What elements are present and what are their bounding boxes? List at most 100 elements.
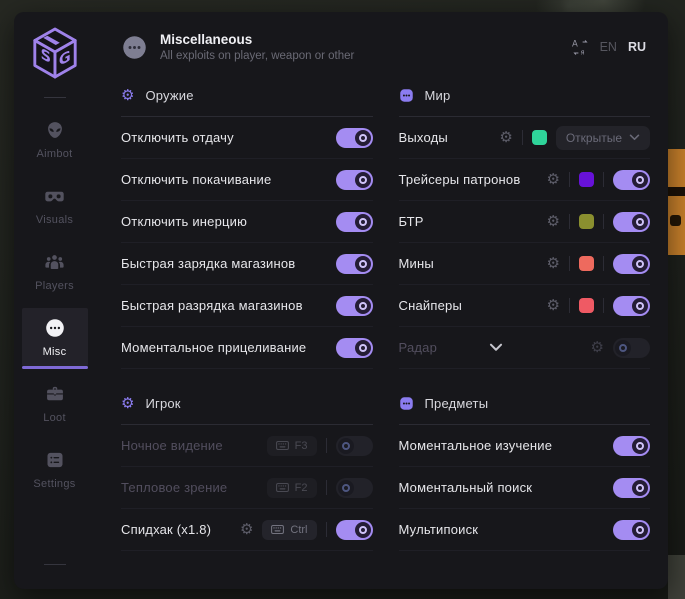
section-title: Игрок: [145, 396, 180, 411]
gear-icon[interactable]: ⚙: [547, 298, 560, 313]
toggle-knob: [355, 522, 371, 538]
sidebar-nav: Aimbot Visuals Players Misc Loot Settings: [14, 110, 95, 506]
toggle-knob: [355, 340, 371, 356]
toggle-knob: [632, 214, 648, 230]
feature-label: Радар: [399, 340, 438, 355]
feature-label: Моментальное изучение: [399, 438, 553, 453]
section-title: Мир: [425, 88, 451, 103]
hotkey-badge[interactable]: F2: [267, 478, 317, 498]
feature-row: Отключить инерцию: [121, 201, 373, 243]
color-swatch[interactable]: [579, 298, 594, 313]
toggle-switch[interactable]: [336, 212, 373, 232]
section-rows: Выходы⚙ОткрытыеТрейсеры патронов⚙БТР⚙Мин…: [399, 117, 651, 369]
toggle-knob: [632, 256, 648, 272]
gear-icon[interactable]: ⚙: [547, 214, 560, 229]
dropdown-value: Открытые: [566, 131, 622, 145]
feature-row: Выходы ⚙ Открытые: [399, 117, 651, 159]
color-swatch[interactable]: [579, 214, 594, 229]
sidebar-item-visuals[interactable]: Visuals: [22, 176, 88, 234]
toggle-switch[interactable]: [613, 296, 650, 316]
sidebar-item-misc[interactable]: Misc: [22, 308, 88, 366]
gear-icon: ⚙: [121, 396, 134, 411]
feature-row: Моментальное прицеливание: [121, 327, 373, 369]
column-left: ⚙ Оружие Отключить отдачуОтключить покачив…: [121, 70, 373, 589]
toggle-switch[interactable]: [336, 478, 373, 498]
section-header: Предметы: [399, 391, 651, 415]
hotkey-badge[interactable]: Ctrl: [262, 520, 316, 540]
dots-circle-icon: [44, 317, 66, 339]
keyboard-icon: [276, 483, 289, 492]
sidebar-item-aimbot[interactable]: Aimbot: [22, 110, 88, 168]
row-controls: [336, 338, 373, 358]
section-items: ПредметыМоментальное изучениеМоментальны…: [399, 391, 651, 551]
gear-icon: ⚙: [121, 88, 134, 103]
sidebar-divider: [44, 97, 66, 98]
toggle-knob: [632, 522, 648, 538]
gear-icon[interactable]: ⚙: [547, 172, 560, 187]
toggle-knob: [632, 480, 648, 496]
feature-row: БТР⚙: [399, 201, 651, 243]
feature-row: Отключить покачивание: [121, 159, 373, 201]
gear-icon[interactable]: ⚙: [240, 522, 253, 537]
gear-icon[interactable]: ⚙: [499, 130, 512, 145]
toggle-switch[interactable]: [336, 436, 373, 456]
toggle-switch[interactable]: [613, 212, 650, 232]
language-switcher: A я EN RU: [572, 39, 646, 56]
hotkey-badge[interactable]: F3: [267, 436, 317, 456]
separator: [603, 256, 604, 271]
color-swatch[interactable]: [579, 172, 594, 187]
separator: [326, 438, 327, 453]
toggle-switch[interactable]: [613, 254, 650, 274]
gear-icon[interactable]: ⚙: [591, 340, 604, 355]
toggle-knob: [338, 438, 354, 454]
separator: [326, 522, 327, 537]
feature-row: Радар ⚙: [399, 327, 651, 369]
background-mark: [667, 187, 685, 196]
section-title: Оружие: [145, 88, 193, 103]
toggle-switch[interactable]: [613, 520, 650, 540]
toggle-switch[interactable]: [336, 128, 373, 148]
toggle-switch[interactable]: [336, 254, 373, 274]
toggle-switch[interactable]: [336, 338, 373, 358]
gear-icon[interactable]: ⚙: [547, 256, 560, 271]
list-icon: [45, 449, 65, 471]
sidebar-item-loot[interactable]: Loot: [22, 374, 88, 432]
toggle-knob: [355, 130, 371, 146]
toggle-switch[interactable]: [613, 478, 650, 498]
sidebar-item-settings[interactable]: Settings: [22, 440, 88, 498]
background-corner-fragment: [668, 555, 685, 599]
section-world: МирВыходы⚙ОткрытыеТрейсеры патронов⚙БТР⚙…: [399, 83, 651, 369]
dropdown[interactable]: Открытые: [556, 126, 650, 150]
section-weapon: ⚙ Оружие Отключить отдачуОтключить покачив…: [121, 83, 373, 369]
page-title: Miscellaneous: [160, 32, 354, 47]
feature-label: Трейсеры патронов: [399, 172, 521, 187]
row-controls: [336, 296, 373, 316]
toggle-switch[interactable]: [336, 520, 373, 540]
toggle-knob: [355, 214, 371, 230]
lang-en-button[interactable]: EN: [600, 40, 617, 54]
toggle-knob: [355, 256, 371, 272]
section-rows: Отключить отдачуОтключить покачиваниеОтк…: [121, 117, 373, 369]
toggle-switch[interactable]: [613, 338, 650, 358]
row-controls: [336, 170, 373, 190]
section-title: Предметы: [425, 396, 489, 411]
row-controls: ⚙: [547, 254, 650, 274]
row-controls: F3: [267, 436, 373, 456]
section-player: ⚙ИгрокНочное видениеF3Тепловое зрениеF2С…: [121, 391, 373, 551]
briefcase-icon: [45, 383, 65, 405]
section-header: Мир: [399, 83, 651, 107]
chevron-down-icon[interactable]: [489, 343, 503, 352]
separator: [569, 214, 570, 229]
lang-ru-button[interactable]: RU: [628, 40, 646, 54]
toggle-switch[interactable]: [336, 170, 373, 190]
sidebar-item-players[interactable]: Players: [22, 242, 88, 300]
color-swatch[interactable]: [532, 130, 547, 145]
feature-row: Мультипоиск: [399, 509, 651, 551]
feature-label: Выходы: [399, 130, 448, 145]
toggle-switch[interactable]: [336, 296, 373, 316]
color-swatch[interactable]: [579, 256, 594, 271]
toggle-switch[interactable]: [613, 436, 650, 456]
feature-row: Моментальное изучение: [399, 425, 651, 467]
toggle-knob: [632, 172, 648, 188]
toggle-switch[interactable]: [613, 170, 650, 190]
